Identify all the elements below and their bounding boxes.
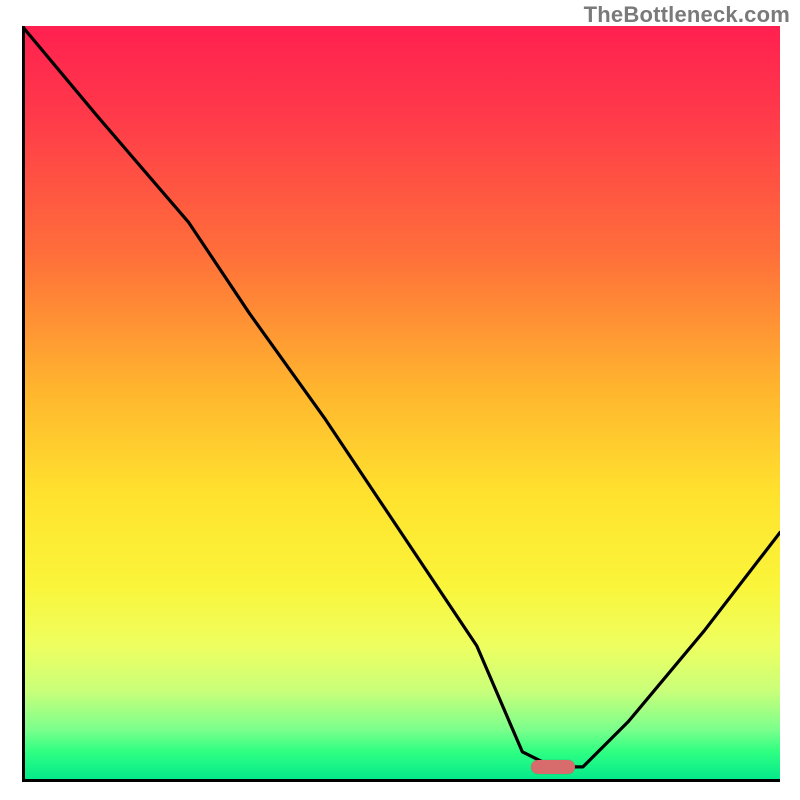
watermark-text: TheBottleneck.com (584, 2, 790, 28)
optimum-marker (531, 760, 575, 774)
plot-area (22, 26, 780, 782)
bottleneck-curve (22, 26, 780, 782)
y-axis (22, 26, 25, 782)
x-axis (22, 779, 780, 782)
chart-canvas: TheBottleneck.com (0, 0, 800, 800)
